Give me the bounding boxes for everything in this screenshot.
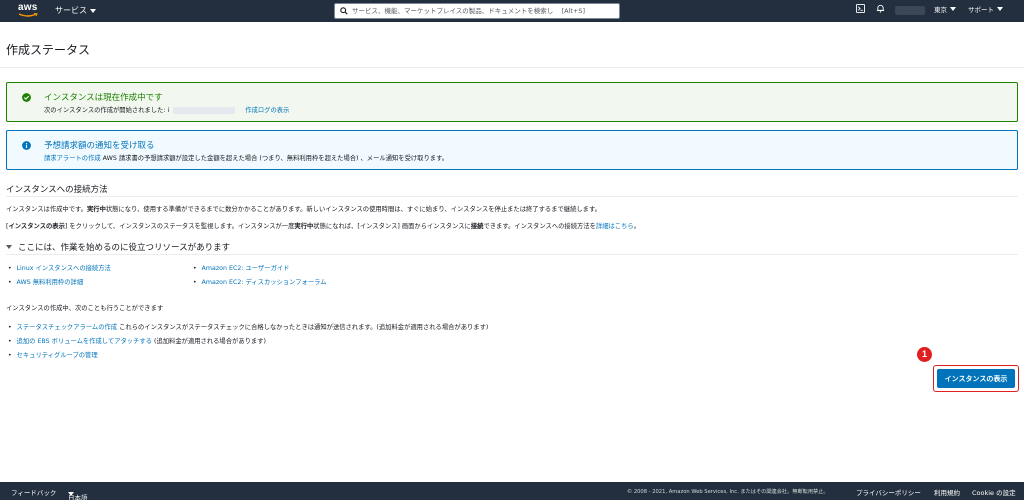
support-label: サポート [968, 6, 994, 14]
instance-id-redacted [173, 106, 236, 114]
create-billing-alert-link[interactable]: 請求アラートの作成 [44, 155, 101, 162]
ec2-user-guide-link[interactable]: Amazon EC2: ユーザーガイド [202, 265, 290, 272]
status-alarm-link[interactable]: ステータスチェックアラームの作成 [17, 324, 118, 331]
text: (追加料金が適用される場合があります) [152, 338, 266, 345]
search-icon [340, 7, 348, 15]
ebs-volume-link[interactable]: 追加の EBS ボリュームを作成してアタッチする [17, 338, 152, 345]
aws-logo[interactable]: aws [18, 2, 42, 19]
list-item: Linux インスタンスへの接続方法 [8, 263, 111, 272]
linux-connect-link[interactable]: Linux インスタンスへの接続方法 [17, 265, 111, 272]
aws-logo-text: aws [18, 2, 38, 13]
list-item: Amazon EC2: ディスカッションフォーラム [193, 277, 327, 286]
view-instances-text: インスタンスの表示 [8, 223, 65, 230]
chevron-down-icon [950, 7, 956, 11]
services-label: サービス [55, 6, 87, 15]
feedback-link[interactable]: フィードバック [11, 487, 56, 497]
aws-smile-icon [18, 13, 38, 17]
chevron-down-icon [90, 8, 96, 13]
view-instances-button[interactable]: インスタンスの表示 [937, 369, 1015, 388]
running-state-text: 実行中 [294, 223, 314, 230]
text: 状態になり、使用する準備ができるまでに数分かかることがあります。新しいインスタン… [105, 206, 601, 213]
list-item: ステータスチェックアラームの作成 これらのインスタンスがステータスチェックに合格… [8, 322, 489, 331]
cookie-settings-link[interactable]: Cookie の設定 [972, 487, 1016, 497]
step-marker: 1 [917, 347, 932, 362]
list-item: 追加の EBS ボリュームを作成してアタッチする (追加料金が適用される場合があ… [8, 336, 266, 345]
privacy-policy-link[interactable]: プライバシーポリシー [856, 487, 921, 497]
support-menu[interactable]: サポート [968, 4, 1003, 14]
success-alert-body: 次のインスタンスの作成が開始されました: i 作成ログの表示 [44, 105, 289, 114]
divider [0, 67, 1024, 68]
search-input[interactable] [352, 7, 602, 15]
bell-icon [876, 4, 885, 13]
learn-more-link[interactable]: 詳細はこちら [596, 223, 634, 230]
text: 。 [633, 223, 640, 230]
connect-heading: インスタンスへの接続方法 [6, 185, 108, 195]
chevron-down-icon [68, 492, 74, 496]
copyright-text: © 2008 - 2021, Amazon Web Services, Inc.… [627, 489, 829, 495]
account-name[interactable] [895, 6, 925, 15]
success-alert-title: インスタンスは現在作成中です [44, 93, 163, 103]
terms-link[interactable]: 利用規約 [934, 487, 960, 497]
info-alert: 予想請求額の通知を受け取る 請求アラートの作成 AWS 請求書の予想請求額が設定… [6, 130, 1018, 170]
divider [6, 254, 1018, 255]
check-circle-icon [22, 93, 31, 102]
text: これらのインスタンスがステータスチェックに合格しなかったときは通知が送信されます… [117, 324, 489, 331]
free-tier-link[interactable]: AWS 無料利用枠の詳細 [17, 279, 84, 286]
resources-expander[interactable]: ここには、作業を始めるのに役立つリソースがあります [6, 241, 230, 253]
divider [6, 196, 1018, 197]
resources-heading: ここには、作業を始めるのに役立つリソースがあります [18, 243, 231, 253]
search-box[interactable] [334, 3, 620, 19]
list-item: Amazon EC2: ユーザーガイド [193, 263, 290, 272]
list-item: AWS 無料利用枠の詳細 [8, 277, 84, 286]
view-launch-log-link[interactable]: 作成ログの表示 [245, 107, 289, 114]
footer: フィードバック 日本語 © 2008 - 2021, Amazon Web Se… [0, 482, 1024, 500]
list-item: セキュリティグループの管理 [8, 350, 98, 359]
info-alert-text: AWS 請求書の予想請求額が設定した金額を超えた場合 (つまり、無料利用枠を超え… [100, 155, 449, 162]
terminal-icon [856, 4, 865, 13]
ec2-forum-link[interactable]: Amazon EC2: ディスカッションフォーラム [202, 279, 327, 286]
services-menu[interactable]: サービス [55, 5, 96, 16]
region-menu[interactable]: 東京 [934, 4, 956, 14]
info-alert-title: 予想請求額の通知を受け取る [44, 141, 155, 151]
connect-text: 接続 [470, 223, 484, 230]
info-circle-icon [22, 141, 31, 150]
chevron-down-icon [997, 7, 1003, 11]
top-navigation: aws サービス 東京 サポート [0, 0, 1024, 22]
connect-paragraph-1: インスタンスは作成中です。実行中状態になり、使用する準備ができるまでに数分かかる… [6, 204, 601, 213]
text: できます。インスタンスへの接続方法を [483, 223, 596, 230]
text: 状態になれば、[インスタンス] 画面からインスタンスに [313, 223, 471, 230]
region-label: 東京 [934, 6, 947, 14]
security-groups-link[interactable]: セキュリティグループの管理 [17, 352, 98, 359]
success-alert: インスタンスは現在作成中です 次のインスタンスの作成が開始されました: i 作成ロ… [6, 82, 1018, 122]
notifications-button[interactable] [876, 4, 885, 13]
cloudshell-button[interactable] [856, 4, 865, 13]
running-state-text: 実行中 [86, 206, 106, 213]
connect-paragraph-2: [インスタンスの表示] をクリックして、インスタンスのステータスを監視します。イ… [6, 221, 640, 230]
caret-down-icon [6, 245, 12, 249]
text: インスタンスは作成中です。 [6, 206, 87, 213]
text: ] をクリックして、インスタンスのステータスを監視します。インスタンスが一度 [64, 223, 295, 230]
also-heading: インスタンスの作成中、次のことも行うことができます [6, 305, 164, 312]
info-alert-body: 請求アラートの作成 AWS 請求書の予想請求額が設定した金額を超えた場合 (つま… [44, 153, 448, 162]
success-alert-text: 次のインスタンスの作成が開始されました: i [44, 107, 170, 114]
page-title: 作成ステータス [6, 43, 91, 57]
